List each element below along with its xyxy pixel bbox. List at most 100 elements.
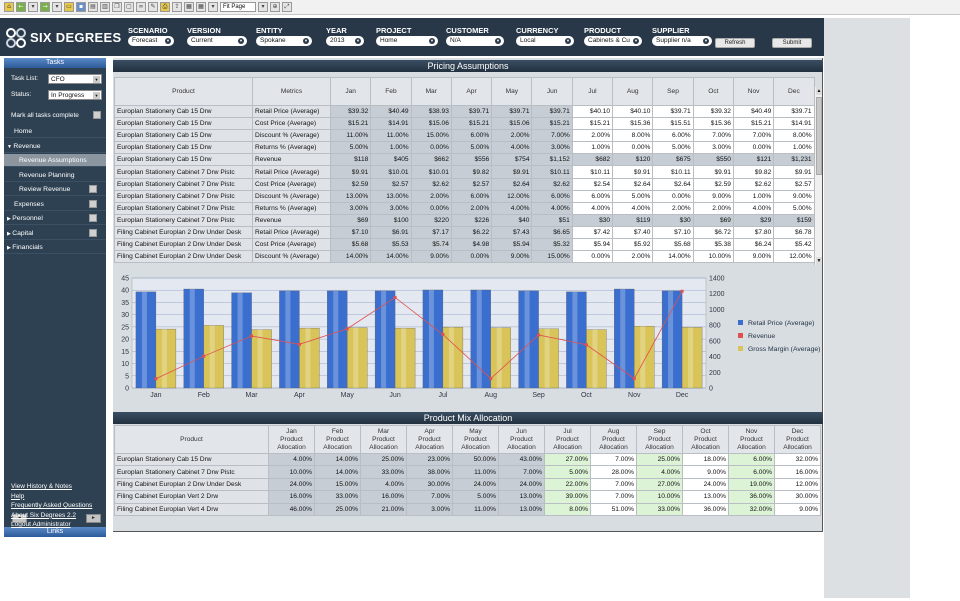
allocation-cell[interactable]: 7.00%	[406, 490, 453, 504]
nav-item-home[interactable]: Home	[4, 125, 106, 138]
allocation-cell[interactable]: 25.00%	[360, 452, 407, 467]
allocation-cell[interactable]: 9.00%	[682, 465, 729, 479]
value-cell[interactable]: $100	[370, 213, 412, 227]
allocation-cell[interactable]: 46.00%	[268, 502, 315, 516]
submit-button[interactable]: Submit	[772, 38, 812, 48]
allocation-cell[interactable]: 16.00%	[360, 490, 407, 504]
forward-icon[interactable]: →	[40, 2, 50, 12]
value-cell[interactable]: 13.00%	[329, 189, 372, 203]
scenario-select[interactable]: Forecast ▼	[128, 36, 174, 46]
value-cell[interactable]: 6.00%	[450, 129, 493, 143]
value-cell[interactable]: $7.43	[491, 225, 533, 240]
mark-complete-checkbox[interactable]	[93, 111, 101, 119]
allocation-cell[interactable]: 36.00%	[728, 490, 775, 504]
value-cell[interactable]: $14.91	[370, 117, 412, 131]
value-cell[interactable]: $7.10	[329, 225, 372, 240]
value-cell[interactable]: $10.01	[370, 165, 412, 179]
value-cell[interactable]: 4.00%	[571, 201, 614, 215]
allocation-cell[interactable]: 9.00%	[774, 502, 821, 516]
allocation-cell[interactable]: 18.00%	[682, 452, 729, 467]
value-cell[interactable]: 0.00%	[732, 141, 775, 155]
open-folder-icon[interactable]: ▭	[64, 2, 74, 12]
link-view-history-notes[interactable]: View History & Notes	[11, 483, 72, 490]
value-cell[interactable]: $39.71	[450, 104, 493, 119]
allocation-cell[interactable]: 11.00%	[452, 502, 499, 516]
allocation-cell[interactable]: 7.00%	[590, 490, 637, 504]
value-cell[interactable]: $662	[410, 153, 452, 167]
allocation-cell[interactable]: 39.00%	[544, 490, 591, 504]
allocation-cell[interactable]: 3.00%	[406, 502, 453, 516]
value-cell[interactable]: $29	[732, 213, 775, 227]
value-cell[interactable]: $5.94	[491, 238, 533, 252]
value-cell[interactable]: 1.00%	[571, 141, 614, 155]
value-cell[interactable]: $226	[450, 213, 493, 227]
allocation-cell[interactable]: 10.00%	[268, 465, 315, 479]
pricing-scrollbar[interactable]: ▲ ▼	[814, 87, 822, 265]
dropdown-icon[interactable]: ▾	[28, 2, 38, 12]
value-cell[interactable]: $9.82	[732, 165, 775, 179]
value-cell[interactable]: $9.91	[692, 165, 734, 179]
value-cell[interactable]: 7.00%	[732, 129, 775, 143]
value-cell[interactable]: $7.42	[571, 225, 614, 240]
product-select[interactable]: Cabinets & Cu ▼	[584, 36, 642, 46]
value-cell[interactable]: $30	[652, 213, 694, 227]
value-cell[interactable]: $39.71	[491, 104, 533, 119]
value-cell[interactable]: $2.57	[370, 177, 412, 191]
value-cell[interactable]: $6.78	[773, 225, 815, 240]
value-cell[interactable]: $51	[531, 213, 573, 227]
value-cell[interactable]: $40.49	[370, 104, 412, 119]
allocation-cell[interactable]: 23.00%	[406, 452, 453, 467]
value-cell[interactable]: 0.00%	[571, 250, 614, 264]
value-cell[interactable]: 13.00%	[370, 189, 412, 203]
value-cell[interactable]: $15.06	[491, 117, 533, 131]
value-cell[interactable]: 5.00%	[450, 141, 493, 155]
allocation-cell[interactable]: 13.00%	[682, 490, 729, 504]
value-cell[interactable]: 0.00%	[652, 189, 694, 203]
pages-icon[interactable]: ▦	[184, 2, 194, 12]
task-list-select[interactable]: CFO ▼	[48, 74, 102, 84]
allocation-cell[interactable]: 24.00%	[268, 477, 315, 492]
allocation-cell[interactable]: 22.00%	[544, 477, 591, 492]
value-cell[interactable]: $15.36	[692, 117, 734, 131]
value-cell[interactable]: 9.00%	[773, 189, 815, 203]
value-cell[interactable]: $6.24	[732, 238, 775, 252]
value-cell[interactable]: $39.32	[692, 104, 734, 119]
value-cell[interactable]: 7.00%	[531, 129, 573, 143]
link-about-six-degrees-2-2[interactable]: About Six Degrees 2.2	[11, 512, 76, 519]
allocation-cell[interactable]: 10.00%	[636, 490, 683, 504]
value-cell[interactable]: 0.00%	[410, 141, 452, 155]
fullscreen-icon[interactable]: ⤢	[282, 2, 292, 12]
value-cell[interactable]: $682	[571, 153, 614, 167]
value-cell[interactable]: 0.00%	[612, 141, 654, 155]
value-cell[interactable]: $121	[732, 153, 775, 167]
value-cell[interactable]: $556	[450, 153, 493, 167]
allocation-cell[interactable]: 12.00%	[774, 477, 821, 492]
value-cell[interactable]: 8.00%	[612, 129, 654, 143]
value-cell[interactable]: $675	[652, 153, 694, 167]
value-cell[interactable]: 2.00%	[410, 189, 452, 203]
value-cell[interactable]: $15.51	[652, 117, 694, 131]
nav-item-expenses[interactable]: Expenses	[4, 198, 106, 211]
task-checkbox[interactable]	[89, 185, 97, 193]
value-cell[interactable]: $2.62	[732, 177, 775, 191]
value-cell[interactable]: 2.00%	[692, 201, 734, 215]
allocation-cell[interactable]: 13.00%	[498, 502, 545, 516]
allocation-cell[interactable]: 51.00%	[590, 502, 637, 516]
value-cell[interactable]: 9.00%	[491, 250, 533, 264]
value-cell[interactable]: 10.00%	[692, 250, 734, 264]
allocation-cell[interactable]: 30.00%	[406, 477, 453, 492]
value-cell[interactable]: $2.62	[410, 177, 452, 191]
scroll-up-icon[interactable]: ▲	[816, 87, 822, 95]
allocation-cell[interactable]: 6.00%	[728, 452, 775, 467]
value-cell[interactable]: 3.00%	[329, 201, 372, 215]
supplier-select[interactable]: Supplier n/a ▼	[652, 36, 712, 46]
value-cell[interactable]: $39.32	[329, 104, 372, 119]
refresh-button[interactable]: Refresh	[715, 38, 755, 48]
allocation-cell[interactable]: 11.00%	[452, 465, 499, 479]
allocation-cell[interactable]: 16.00%	[268, 490, 315, 504]
chart-icon[interactable]: ▥	[100, 2, 110, 12]
allocation-cell[interactable]: 19.00%	[728, 477, 775, 492]
value-cell[interactable]: 8.00%	[773, 129, 815, 143]
value-cell[interactable]: 2.00%	[652, 201, 694, 215]
value-cell[interactable]: $39.71	[531, 104, 573, 119]
